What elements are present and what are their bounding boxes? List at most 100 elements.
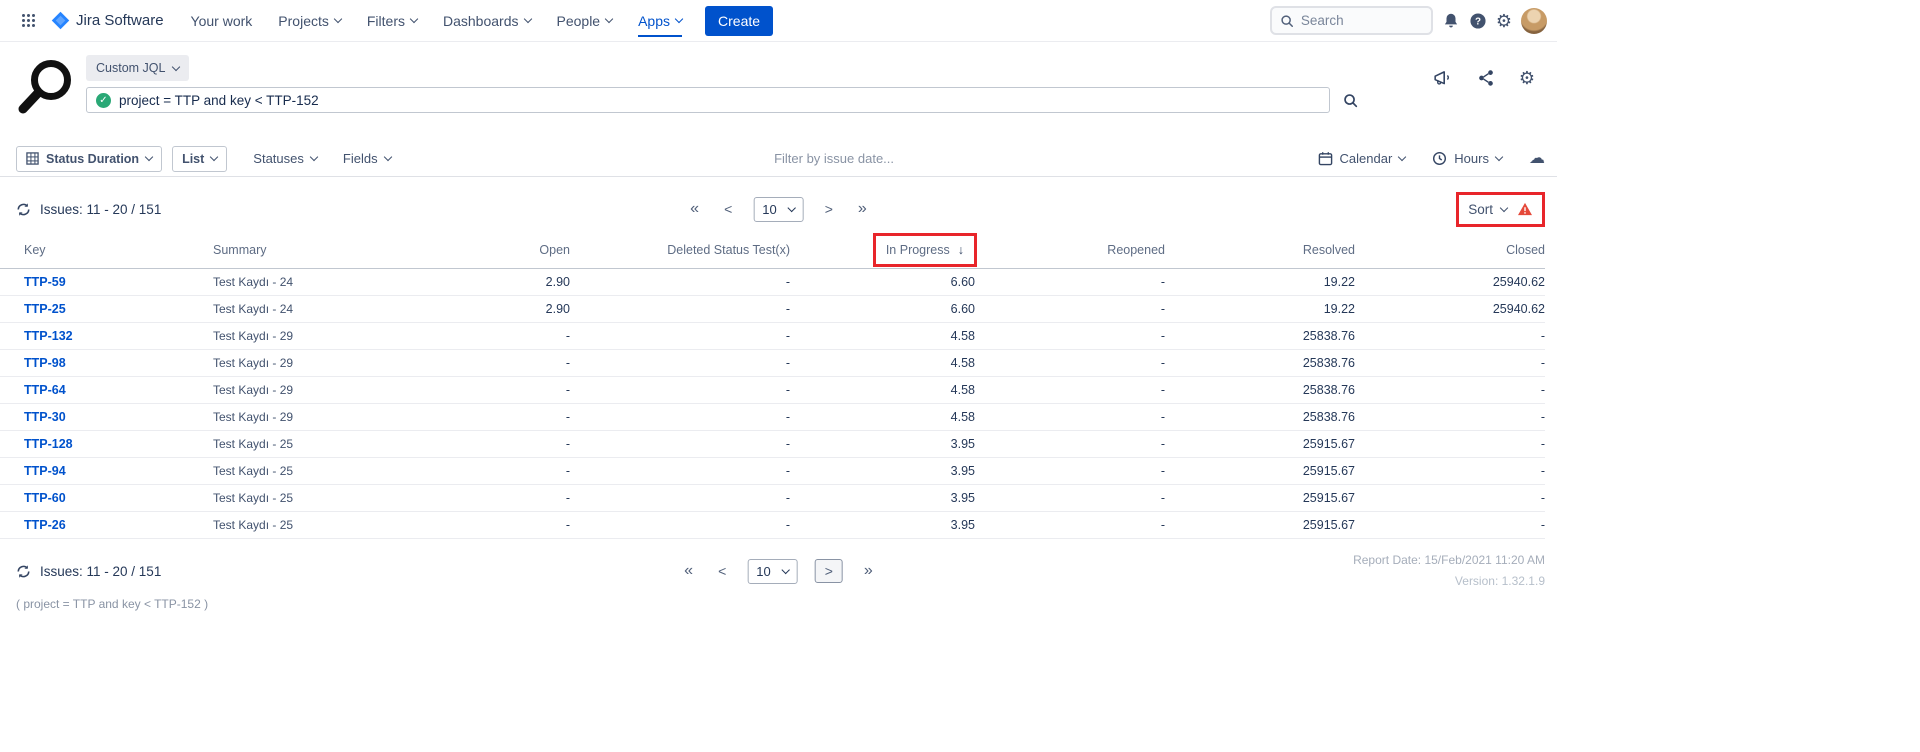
issue-key-link[interactable]: TTP-26 [24,518,66,532]
column-header-key[interactable]: Key [0,233,213,269]
run-search-icon[interactable] [1343,93,1358,108]
issue-key-link[interactable]: TTP-59 [24,275,66,289]
jql-input[interactable]: ✓ project = TTP and key < TTP-152 [86,87,1330,113]
table-row: TTP-26 Test Kaydı - 25 - - 3.95 - 25915.… [0,512,1545,539]
fields-dropdown[interactable]: Fields [343,151,391,166]
status-duration-app-logo-magnifier-icon [16,55,76,122]
column-header-closed[interactable]: Closed [1355,233,1545,269]
view-button[interactable]: List [172,146,227,172]
settings-gear-icon[interactable]: ⚙ [1496,12,1512,30]
cell-reopened: - [975,350,1165,377]
toolbar-left: Status Duration List Statuses Fields [16,146,391,172]
cell-closed: - [1355,404,1545,431]
nav-dashboards[interactable]: Dashboards [430,0,544,42]
calendar-dropdown[interactable]: Calendar [1318,151,1406,166]
chevron-down-icon [1398,153,1406,161]
statuses-dropdown[interactable]: Statuses [253,151,317,166]
cell-reopened: - [975,458,1165,485]
issue-key-link[interactable]: TTP-25 [24,302,66,316]
create-button[interactable]: Create [705,6,773,36]
chevron-down-icon [1495,153,1503,161]
issue-key-link[interactable]: TTP-30 [24,410,66,424]
date-filter-input[interactable]: Filter by issue date... [774,151,894,166]
feedback-megaphone-icon[interactable] [1432,68,1453,87]
issue-summary: Test Kaydı - 29 [213,323,400,350]
query-mode-button[interactable]: Custom JQL [86,55,189,81]
nav-people[interactable]: People [544,0,626,42]
nav-filters[interactable]: Filters [354,0,430,42]
export-cloud-icon[interactable]: ☁ [1529,151,1545,167]
issue-key-link[interactable]: TTP-128 [24,437,73,451]
last-page-button[interactable]: » [860,560,877,582]
issue-key-link[interactable]: TTP-60 [24,491,66,505]
issue-key-link[interactable]: TTP-132 [24,329,73,343]
global-search[interactable] [1270,6,1433,35]
column-header-summary[interactable]: Summary [213,233,400,269]
nav-dashboards-label: Dashboards [443,13,519,29]
jira-logo[interactable]: Jira Software [50,10,164,31]
cell-deleted-status: - [570,323,790,350]
issue-summary: Test Kaydı - 24 [213,296,400,323]
page-size-select[interactable]: 10 [747,559,797,584]
prev-page-button[interactable]: < [714,561,730,581]
issue-key-link[interactable]: TTP-64 [24,383,66,397]
table-row: TTP-94 Test Kaydı - 25 - - 3.95 - 25915.… [0,458,1545,485]
issue-key-link[interactable]: TTP-94 [24,464,66,478]
sort-warning-icon[interactable] [1517,202,1533,216]
cell-resolved: 25915.67 [1165,512,1355,539]
nav-projects-label: Projects [278,13,329,29]
cell-in-progress: 4.58 [790,404,975,431]
cell-in-progress: 3.95 [790,512,975,539]
nav-your-work[interactable]: Your work [178,0,266,42]
cell-resolved: 25838.76 [1165,404,1355,431]
global-search-input[interactable] [1301,13,1423,28]
cell-reopened: - [975,404,1165,431]
last-page-button[interactable]: » [854,198,871,220]
cell-open: 2.90 [400,269,570,296]
notifications-bell-icon[interactable] [1442,12,1460,30]
cell-in-progress: 3.95 [790,458,975,485]
chevron-down-icon [383,153,391,161]
cell-reopened: - [975,296,1165,323]
cell-resolved: 19.22 [1165,269,1355,296]
in-progress-annotation-box: In Progress ↓ [873,233,977,267]
next-page-button[interactable]: > [815,559,843,583]
cell-in-progress: 4.58 [790,377,975,404]
nav-apps[interactable]: Apps [625,0,695,42]
table-row: TTP-60 Test Kaydı - 25 - - 3.95 - 25915.… [0,485,1545,512]
pagination-top: « < 10 > » [686,197,871,222]
sort-dropdown[interactable]: Sort [1468,202,1533,217]
column-header-resolved[interactable]: Resolved [1165,233,1355,269]
hours-dropdown[interactable]: Hours [1432,151,1502,166]
cell-resolved: 25915.67 [1165,485,1355,512]
cell-reopened: - [975,377,1165,404]
column-header-deleted-status-test[interactable]: Deleted Status Test(x) [570,233,790,269]
nav-people-label: People [557,13,601,29]
user-avatar[interactable] [1521,8,1547,34]
cell-deleted-status: - [570,269,790,296]
next-page-button[interactable]: > [821,199,837,219]
app-settings-gear-icon[interactable]: ⚙ [1519,69,1535,87]
query-action-icons: ⚙ [1432,68,1535,87]
chevron-down-icon [334,15,342,23]
table-row: TTP-59 Test Kaydı - 24 2.90 - 6.60 - 19.… [0,269,1545,296]
column-header-in-progress[interactable]: In Progress ↓ [790,233,975,269]
share-icon[interactable] [1477,69,1495,87]
column-header-reopened[interactable]: Reopened [975,233,1165,269]
first-page-button[interactable]: « [686,198,703,220]
app-switcher-button[interactable] [14,7,42,35]
prev-page-button[interactable]: < [720,199,736,219]
table-row: TTP-30 Test Kaydı - 29 - - 4.58 - 25838.… [0,404,1545,431]
cell-in-progress: 3.95 [790,431,975,458]
column-header-open[interactable]: Open [400,233,570,269]
nav-projects[interactable]: Projects [265,0,354,42]
report-type-button[interactable]: Status Duration [16,146,162,172]
issue-key-link[interactable]: TTP-98 [24,356,66,370]
refresh-icon[interactable] [16,564,31,579]
help-icon[interactable]: ? [1469,12,1487,30]
chevron-down-icon [523,15,531,23]
refresh-icon[interactable] [16,202,31,217]
first-page-button[interactable]: « [680,560,697,582]
chevron-down-icon [605,15,613,23]
page-size-select[interactable]: 10 [753,197,803,222]
